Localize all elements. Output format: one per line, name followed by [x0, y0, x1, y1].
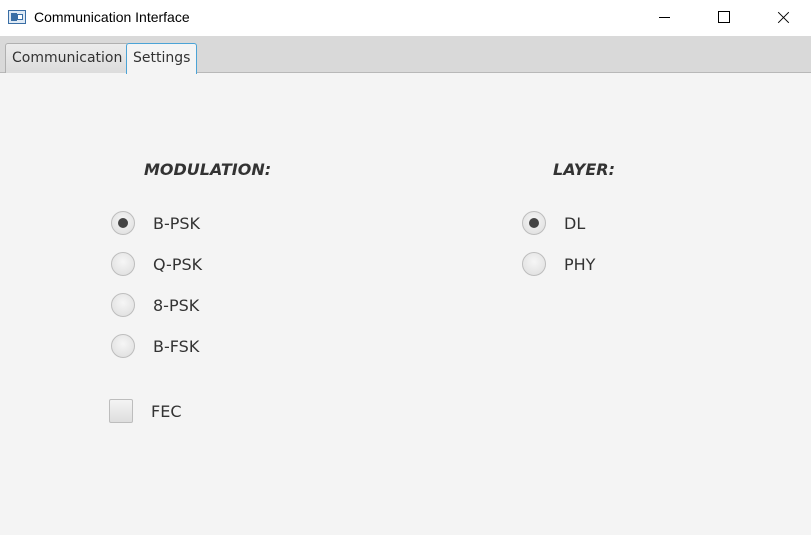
- radio-label: B-PSK: [153, 214, 201, 233]
- modulation-heading: MODULATION:: [144, 160, 272, 179]
- app-icon: [8, 10, 26, 24]
- fec-label: FEC: [151, 402, 182, 421]
- radio-label: Q-PSK: [153, 255, 203, 274]
- radio-button[interactable]: [111, 252, 135, 276]
- radio-button[interactable]: [522, 211, 546, 235]
- minimize-icon[interactable]: [642, 0, 688, 36]
- window-title: Communication Interface: [34, 9, 190, 25]
- fec-checkbox[interactable]: [109, 399, 133, 423]
- radio-button[interactable]: [522, 252, 546, 276]
- layer-heading: LAYER:: [553, 160, 615, 179]
- radio-label: DL: [564, 214, 586, 233]
- radio-label: B-FSK: [153, 337, 200, 356]
- close-icon[interactable]: [760, 0, 806, 36]
- radio-button[interactable]: [111, 293, 135, 317]
- radio-label: 8-PSK: [153, 296, 200, 315]
- radio-label: PHY: [564, 255, 596, 274]
- tab-bar: Communication Settings: [0, 36, 811, 74]
- tab-communication[interactable]: Communication: [5, 43, 130, 73]
- maximize-icon[interactable]: [701, 0, 747, 36]
- tab-settings[interactable]: Settings: [126, 43, 198, 74]
- radio-button[interactable]: [111, 334, 135, 358]
- radio-button[interactable]: [111, 211, 135, 235]
- title-bar: Communication Interface: [0, 0, 811, 36]
